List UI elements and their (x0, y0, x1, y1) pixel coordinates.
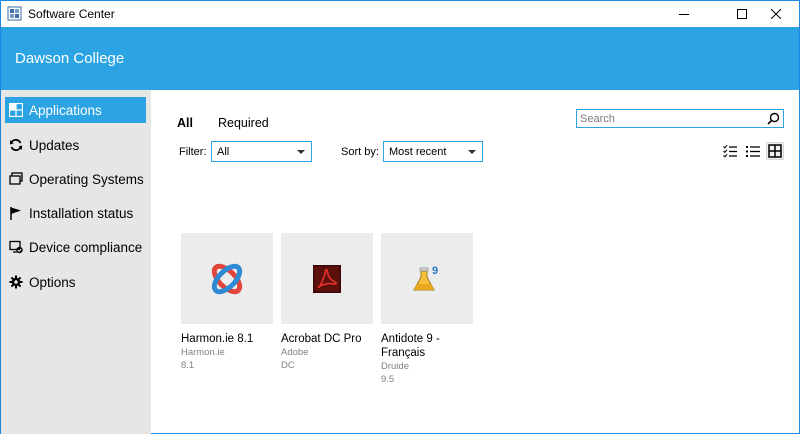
grid-icon (9, 103, 23, 117)
minimize-button[interactable] (661, 1, 707, 27)
list-view-button[interactable] (744, 142, 762, 160)
tile-view-icon (768, 144, 782, 158)
search-box[interactable] (576, 109, 784, 128)
software-center-window: Software Center Dawson College Applicati… (0, 0, 800, 434)
sidebar-item-label: Options (29, 274, 76, 290)
maximize-icon (737, 9, 747, 19)
minimize-icon (679, 14, 689, 15)
sidebar-item-options[interactable]: Options (5, 269, 146, 295)
sidebar-item-applications[interactable]: Applications (5, 97, 146, 123)
sidebar-item-installation-status[interactable]: Installation status (5, 200, 146, 226)
app-publisher: Druide (381, 361, 409, 372)
harmonie-logo-icon (211, 263, 243, 294)
organization-name: Dawson College (15, 50, 125, 67)
tab-required[interactable]: Required (218, 116, 269, 130)
sidebar-item-device-compliance[interactable]: Device compliance (5, 234, 146, 260)
app-tile-image[interactable] (281, 233, 373, 324)
app-publisher: Harmon.ie (181, 347, 225, 358)
org-header: Dawson College (1, 27, 799, 90)
compliance-check-icon (9, 240, 23, 254)
sort-selected-value: Most recent (389, 146, 447, 158)
app-tile-harmonie[interactable]: Harmon.ie 8.1 Harmon.ie 8.1 (181, 233, 273, 372)
filter-dropdown[interactable]: All (211, 141, 312, 162)
tile-view-button[interactable] (766, 142, 784, 160)
svg-text:9: 9 (432, 265, 438, 277)
chevron-down-icon (297, 150, 305, 154)
filter-label: Filter: (179, 146, 207, 158)
filter-selected-value: All (217, 146, 230, 158)
sort-label: Sort by: (341, 146, 379, 158)
sort-dropdown[interactable]: Most recent (383, 141, 483, 162)
close-icon (771, 9, 781, 19)
app-name[interactable]: Antidote 9 - Français (381, 332, 473, 360)
app-name[interactable]: Harmon.ie 8.1 (181, 332, 273, 346)
app-tile-image[interactable] (181, 233, 273, 324)
flag-icon (9, 206, 23, 220)
app-tile-antidote[interactable]: 9 Antidote 9 - Français Druide 9.5 (381, 233, 473, 386)
app-publisher: Adobe (281, 347, 309, 358)
app-tile-acrobat[interactable]: Acrobat DC Pro Adobe DC (281, 233, 373, 372)
acrobat-logo-icon (313, 264, 341, 293)
gear-icon (9, 275, 23, 289)
sidebar-item-updates[interactable]: Updates (5, 132, 146, 158)
sidebar-item-label: Operating Systems (29, 171, 144, 187)
sidebar-item-label: Applications (29, 102, 102, 118)
app-tile-image[interactable]: 9 (381, 233, 473, 324)
sidebar-item-label: Device compliance (29, 239, 143, 255)
search-icon[interactable] (767, 112, 780, 125)
sidebar: Applications Updates Operating Systems I… (1, 90, 151, 434)
app-version: DC (281, 360, 295, 371)
tab-all[interactable]: All (177, 116, 193, 130)
sidebar-item-operating-systems[interactable]: Operating Systems (5, 166, 146, 192)
title-bar[interactable]: Software Center (1, 1, 799, 27)
chevron-down-icon (468, 150, 476, 154)
sidebar-item-label: Updates (29, 137, 80, 153)
refresh-icon (9, 138, 23, 152)
search-input[interactable] (580, 111, 765, 126)
checklist-view-button[interactable] (721, 142, 739, 160)
app-name[interactable]: Acrobat DC Pro (281, 332, 373, 346)
checklist-view-icon (723, 144, 737, 158)
sidebar-item-label: Installation status (29, 205, 134, 221)
app-version: 8.1 (181, 360, 195, 371)
windows-stack-icon (9, 172, 23, 186)
close-button[interactable] (753, 1, 799, 27)
software-center-app-icon (7, 6, 22, 21)
antidote-logo-icon: 9 (413, 265, 438, 290)
list-view-icon (746, 146, 760, 157)
window-title: Software Center (28, 7, 115, 21)
app-version: 9.5 (381, 374, 395, 385)
